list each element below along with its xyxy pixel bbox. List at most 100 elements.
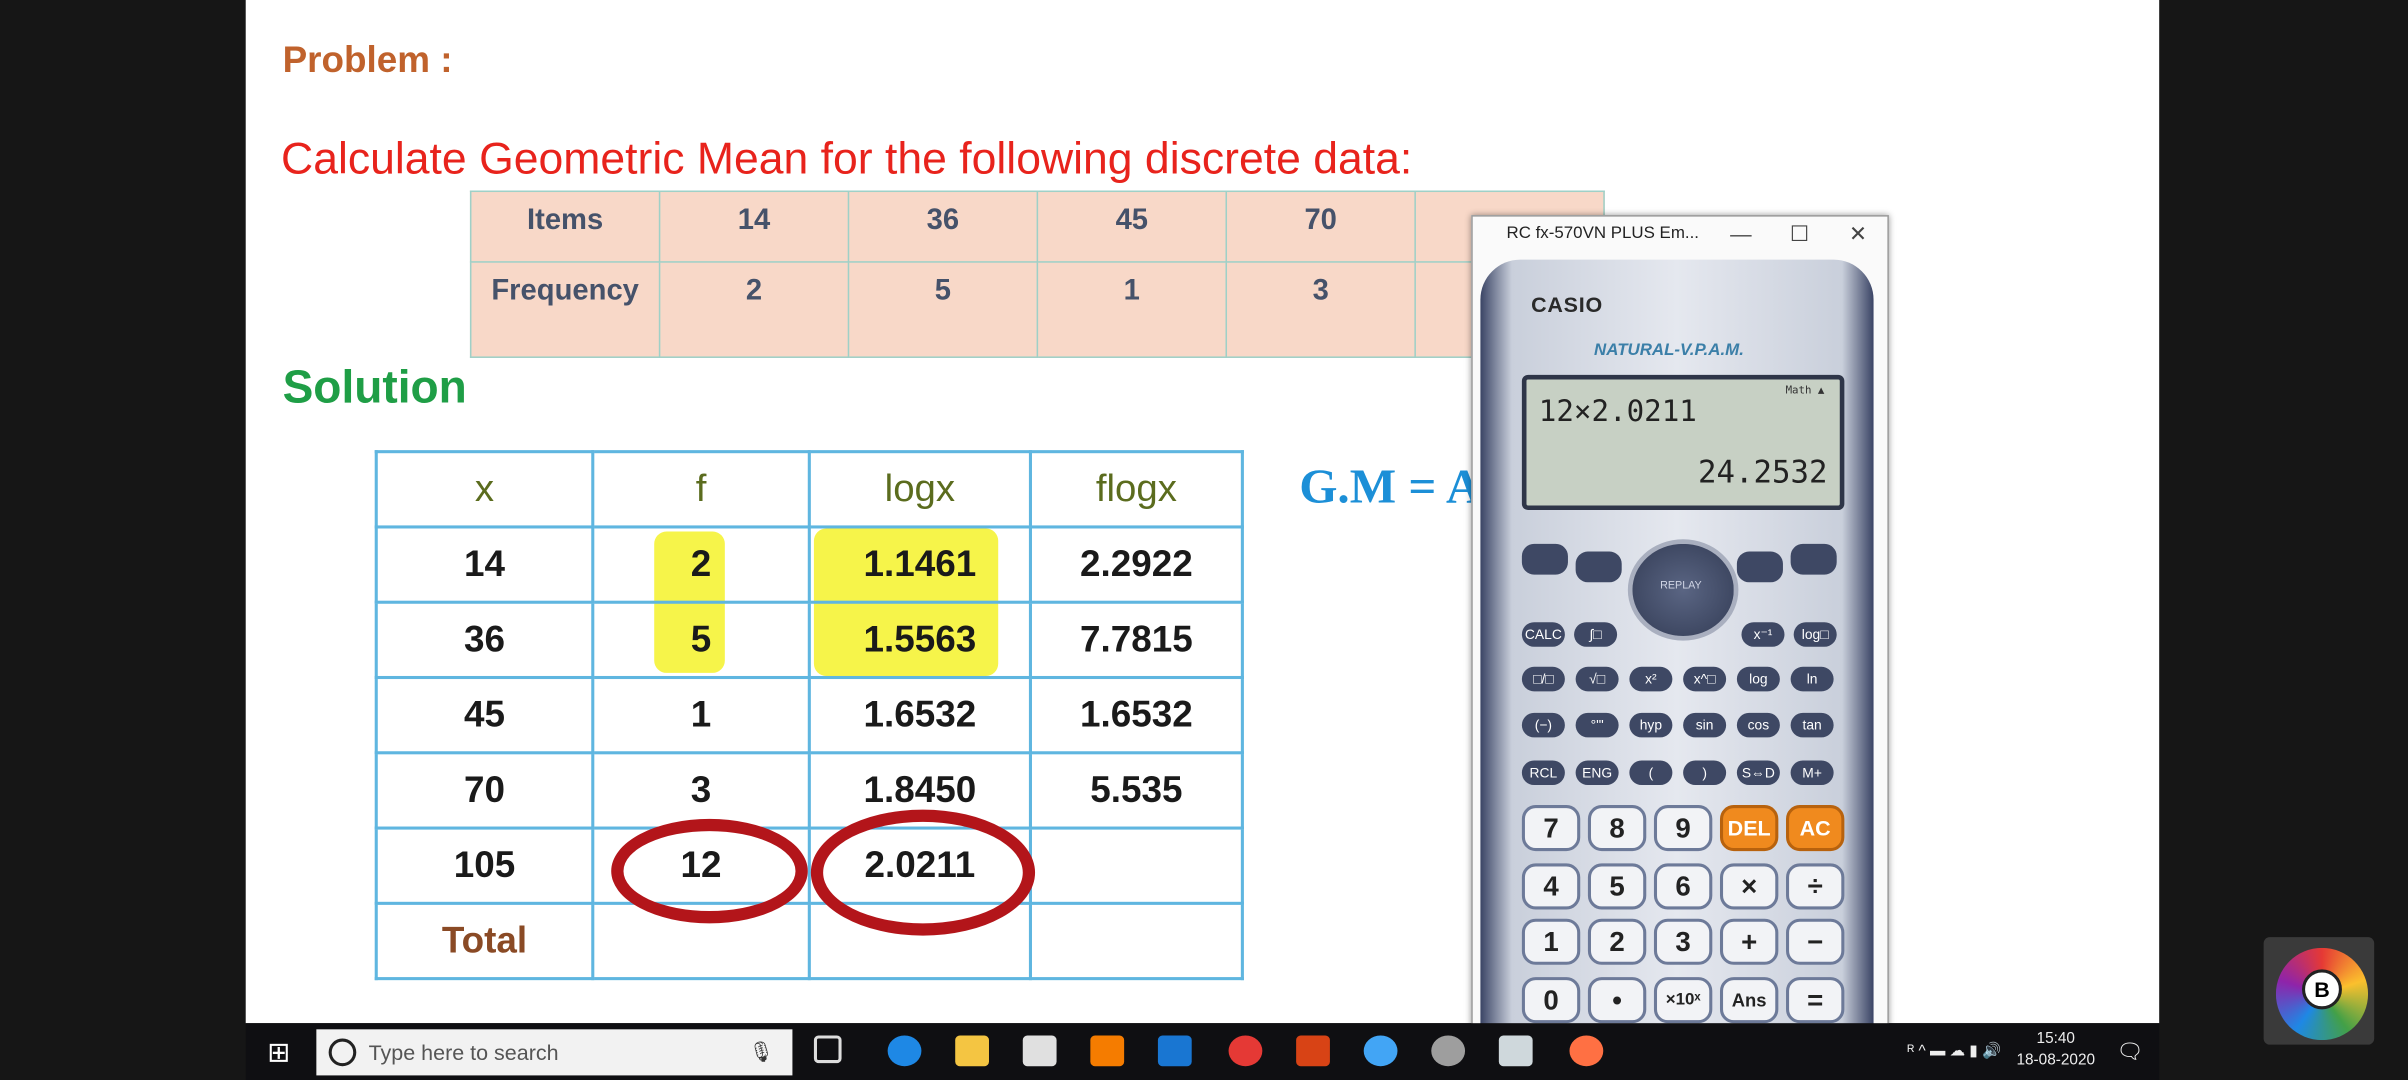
cell-logx: 1.6532 [807,675,1032,755]
key-3[interactable]: 3 [1653,918,1713,965]
cell-f: 2 [591,525,811,604]
key-7[interactable]: 7 [1521,805,1581,852]
key-multiply[interactable]: × [1719,863,1779,910]
key-del[interactable]: DEL [1719,805,1779,852]
calculator-emulator-window[interactable]: RC fx-570VN PLUS Em... — ☐ ✕ CASIO NATUR… [1471,215,1889,1041]
key-decimal[interactable]: • [1587,977,1647,1024]
windows-start-icon[interactable]: ⊞ [267,1037,290,1069]
header-logx: logx [807,450,1032,529]
calculator-display: Math ▲ 12×2.0211 24.2532 [1521,374,1845,511]
right-dark-margin [2159,0,2408,1080]
key-logbase[interactable]: log□ [1793,622,1837,647]
key-close-paren[interactable]: ) [1683,760,1727,786]
cell-x: 45 [374,675,595,755]
calculator-app-icon[interactable] [1498,1035,1533,1067]
key-ans[interactable]: Ans [1719,977,1779,1024]
key-reciprocal[interactable]: x⁻¹ [1741,622,1785,647]
key-fraction[interactable]: □/□ [1521,666,1565,692]
key-sin[interactable]: sin [1683,712,1727,738]
cell-flogx [1028,826,1244,905]
cell-logx: 1.1461 [807,525,1032,604]
key-negative[interactable]: (−) [1521,712,1565,738]
left-dark-margin [0,0,246,1080]
key-6[interactable]: 6 [1653,863,1713,910]
table-row: 36 5 1.5563 7.7815 [374,600,1244,680]
vlc-icon[interactable] [1090,1035,1125,1067]
key-sqrt[interactable]: √□ [1575,666,1619,692]
edge-browser-icon[interactable] [887,1035,922,1067]
search-icon [328,1038,357,1067]
items-cell: 14 [658,190,850,263]
media-app-icon[interactable] [1569,1035,1604,1067]
key-calc[interactable]: CALC [1521,622,1565,647]
key-integral[interactable]: ∫□ [1574,622,1618,647]
frequency-row: Frequency 2 5 1 3 [469,261,1605,358]
key-log[interactable]: log [1736,666,1780,692]
table-row: 45 1 1.6532 1.6532 [374,675,1244,755]
key-shift[interactable] [1521,543,1568,575]
minimize-button[interactable]: — [1712,221,1771,246]
red-circle-annotation [611,818,808,924]
key-plus[interactable]: + [1719,918,1779,965]
notification-icon[interactable]: 🗨 [2117,1038,2144,1064]
key-4[interactable]: 4 [1521,863,1581,910]
microphone-icon[interactable]: 🎙 [749,1040,774,1065]
frequency-cell: 5 [847,261,1039,358]
key-degree[interactable]: °'" [1575,712,1619,738]
taskbar-search[interactable]: Type here to search 🎙 [316,1029,793,1076]
replay-dpad[interactable]: REPLAY [1627,539,1739,641]
key-cos[interactable]: cos [1736,712,1780,738]
cell-flogx: 2.2922 [1028,525,1244,604]
obs-icon[interactable] [1431,1035,1466,1067]
dpad-label: REPLAY [1660,580,1702,592]
clock[interactable]: 15:40 18-08-2020 [2016,1029,2095,1072]
opera-icon[interactable] [1228,1035,1263,1067]
mail-icon[interactable] [1157,1035,1192,1067]
channel-logo: B [2263,937,2375,1045]
tray-icons[interactable]: ᴿ ^ ▬ ☁ ▮ 🔊 [1907,1042,2001,1059]
key-m-plus[interactable]: M+ [1790,760,1834,786]
key-9[interactable]: 9 [1653,805,1713,852]
table-row: 14 2 1.1461 2.2922 [374,525,1244,604]
maximize-button[interactable]: ☐ [1770,220,1829,246]
task-view-icon[interactable] [813,1035,842,1064]
key-hyp[interactable]: hyp [1629,712,1673,738]
cell-flogx [1028,901,1244,981]
key-8[interactable]: 8 [1587,805,1647,852]
frequency-cell: Frequency [469,261,661,358]
gm-formula: G.M = A [1299,457,1482,514]
close-button[interactable]: ✕ [1829,220,1888,246]
key-2[interactable]: 2 [1587,918,1647,965]
key-exp10[interactable]: ×10ˣ [1653,977,1713,1024]
frequency-cell: 3 [1225,261,1416,358]
key-minus[interactable]: − [1786,918,1845,965]
chrome-icon[interactable] [1363,1035,1398,1067]
key-rcl[interactable]: RCL [1521,760,1565,786]
key-alpha[interactable] [1575,551,1622,583]
store-icon[interactable] [1022,1035,1057,1067]
key-power[interactable]: x^□ [1683,666,1727,692]
brand-logo: CASIO [1531,291,1604,317]
key-open-paren[interactable]: ( [1629,760,1673,786]
key-ac[interactable]: AC [1786,805,1845,852]
window-titlebar[interactable]: RC fx-570VN PLUS Em... — ☐ ✕ [1473,217,1888,251]
solution-heading: Solution [282,362,467,414]
key-mode[interactable] [1736,551,1783,583]
key-square[interactable]: x² [1629,666,1673,692]
key-on[interactable] [1790,543,1837,575]
office-icon[interactable] [1296,1035,1330,1067]
key-s-to-d[interactable]: S⇔D [1736,760,1780,786]
key-divide[interactable]: ÷ [1786,863,1845,910]
key-ln[interactable]: ln [1790,666,1834,692]
cell-f: 5 [591,600,811,680]
key-eng[interactable]: ENG [1575,760,1619,786]
key-5[interactable]: 5 [1587,863,1647,910]
cell-f: 1 [591,675,811,755]
file-explorer-icon[interactable] [955,1035,989,1067]
key-1[interactable]: 1 [1521,918,1581,965]
key-equals[interactable]: = [1786,977,1845,1024]
cell-x: 105 [374,826,595,905]
items-cell: Items [469,190,661,263]
key-0[interactable]: 0 [1521,977,1581,1024]
key-tan[interactable]: tan [1790,712,1834,738]
